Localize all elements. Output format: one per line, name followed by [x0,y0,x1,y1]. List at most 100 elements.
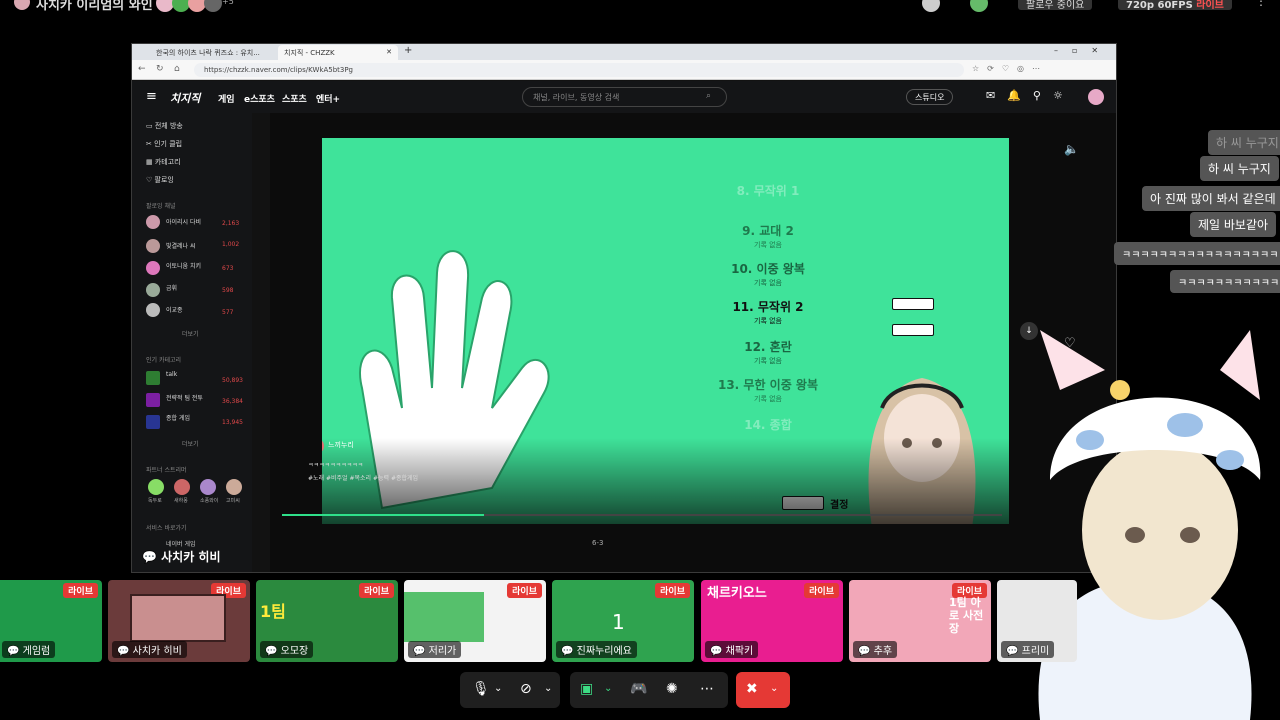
sidebar: ▭ 전체 방송 ✂ 인기 클립 ▦ 카테고리 ♡ 팔로잉 팔로잉 채널 아이리시… [132,113,252,572]
close-icon[interactable]: ✕ [386,48,392,56]
browser-toolbar-icons[interactable]: ☆⟳♡◎⋯ [972,64,1048,73]
stream-thumbnail[interactable]: 라이브 1 💬 진짜누리에요 [552,580,694,662]
service-title: 서비스 바로가기 [146,525,187,532]
sparkle-icon[interactable]: ✺ [666,681,678,697]
clip-streamer-name[interactable]: 느끼누리 [328,440,354,450]
stream-topbar: 사치카 이리엄의 와인 +5 팔로우 중이요 720p 60FPS 라이브 ⋮ [0,0,1280,14]
browser-tab[interactable]: 한국의 하이츠 나락 퀴즈쇼 : 유치... [150,45,270,60]
tv-icon: ▭ [146,122,153,130]
thumbnail-text: 1팀 [260,602,286,621]
stream-thumbnail[interactable]: 💬 프리미 [997,580,1077,662]
profile-avatar[interactable] [1088,89,1104,105]
stream-thumbnail[interactable]: 라이브 1팀 아로 사전장 💬 추후 [849,580,991,662]
partner-avatar[interactable] [148,479,164,495]
viewer-avatar-icon [204,0,222,12]
avatar[interactable] [146,215,160,229]
browser-tab-active[interactable]: 치지직 - CHZZK ✕ [278,45,398,60]
end-call-icon[interactable]: ✖ [746,681,758,697]
activity-controls[interactable]: ▣ ⌄ 🎮 ✺ ⋯ [570,672,728,708]
video-player[interactable]: 8. 무작위 1 9. 교대 2 기록 없음 10. 이중 왕복 기록 없음 1… [322,138,1009,524]
sidebar-item-category[interactable]: ▦ 카테고리 [146,157,181,167]
more-icon[interactable]: ⋮ [1255,0,1267,8]
home-icon[interactable]: ⌂ [174,64,180,74]
stream-thumbnail[interactable]: 라이브 1팀 💬 오모장 [256,580,398,662]
partner-avatar[interactable] [226,479,242,495]
hamburger-icon[interactable]: ≡ [146,89,157,104]
partner-avatar[interactable] [174,479,190,495]
category-thumb[interactable] [146,371,160,385]
studio-button[interactable]: 스튜디오 [906,89,954,105]
header-icons[interactable]: ✉🔔⚲☼ [986,89,1075,102]
avatar[interactable] [146,239,160,253]
volume-icon[interactable]: 🔈 [1064,142,1079,156]
channel-name[interactable]: 금휘 [166,283,177,292]
chevron-down-icon[interactable]: ⌄ [604,683,612,694]
avatar[interactable] [146,283,160,297]
refresh-icon[interactable]: ↻ [156,64,164,74]
following-title: 팔로잉 채널 [146,203,176,210]
tab-label: 한국의 하이츠 나락 퀴즈쇼 : 유치... [156,49,260,57]
chevron-down-icon[interactable]: ⌄ [494,683,502,694]
sidebar-item-live[interactable]: ▭ 전체 방송 [146,121,183,131]
stream-thumbnail[interactable]: 라이브 💬 게임럼 [0,580,102,662]
streamer-avatar-icon [14,0,30,10]
end-call-button[interactable]: ✖ ⌄ [736,672,790,708]
clip-hashtags[interactable]: #노래 #비주얼 #목소리 #능력 #종합게임 [308,473,418,482]
nav-game[interactable]: 게임 [218,92,235,105]
window-controls[interactable]: –▫✕ [1054,46,1112,55]
live-badge: 라이브 [63,583,98,598]
category-thumb[interactable] [146,415,160,429]
nav-esports[interactable]: e스포츠 [244,92,275,105]
mic-control[interactable]: 🎙 ⌄ ⊘ ⌄ [460,672,560,708]
chevron-down-icon[interactable]: ⌄ [544,683,552,694]
category-name[interactable]: 종합 게임 [166,413,190,422]
nav-enter[interactable]: 엔터+ [316,92,340,105]
more-button[interactable]: 더보기 [182,439,199,448]
chevron-down-icon[interactable]: ⌄ [770,683,778,694]
channel-name[interactable]: 빛결레나 씨 [166,241,196,250]
category-count: 50,893 [222,377,243,384]
chat-message: 아 진짜 많이 봐서 같은데 [1142,186,1280,211]
partner-name: 새하몽 [174,498,188,504]
thumbnail-label: 채팍키 [725,646,754,657]
category-name[interactable]: 전략적 팀 전투 [166,393,203,402]
screen-share-icon[interactable]: ▣ [580,681,593,697]
site-logo[interactable]: 치지직 [170,90,200,106]
gamepad-icon[interactable]: 🎮 [630,681,647,697]
more-button[interactable]: 더보기 [182,329,199,338]
url-input[interactable]: https://chzzk.naver.com/clips/KWkA5bt3Pg [194,63,964,77]
heart-icon: ♡ [146,176,153,184]
nav-sports[interactable]: 스포츠 [282,92,307,105]
avatar[interactable] [146,261,160,275]
channel-name[interactable]: 이교종 [166,305,183,314]
quality-badge[interactable]: 720p 60FPS 라이브 [1118,0,1232,11]
search-input[interactable]: 채널, 라이브, 동영상 검색 [522,87,727,107]
camera-off-icon[interactable]: ⊘ [520,681,532,697]
back-icon[interactable]: ← [138,64,146,74]
partner-avatar[interactable] [200,479,216,495]
channel-name[interactable]: 이토니움 치키 [166,261,201,270]
category-name[interactable]: talk [166,371,177,378]
sidebar-item-following[interactable]: ♡ 팔로잉 [146,175,174,185]
category-count: 36,384 [222,398,243,405]
thumbnail-name: 💬 저리가 [408,641,462,658]
category-thumb[interactable] [146,393,160,407]
channel-count: 673 [222,265,234,272]
progress-bar[interactable] [282,514,1002,516]
user-avatar-icon[interactable] [922,0,940,12]
follow-button[interactable]: 팔로우 중이요 [1018,0,1093,11]
search-icon[interactable]: ⌕ [706,91,711,101]
stream-thumbnail[interactable]: 라이브 💬 사치카 히비 [108,580,250,662]
more-icon[interactable]: ⋯ [700,681,714,697]
channel-name[interactable]: 아이리시 다비 [166,217,201,226]
thumbnail-label: 저리가 [428,646,457,657]
green-board [404,592,484,642]
user-avatar-icon[interactable] [970,0,988,12]
service-item[interactable]: 네이버 게임 [166,539,196,548]
stream-thumbnail[interactable]: 라이브 💬 저리가 [404,580,546,662]
mic-icon[interactable]: 🎙 [472,681,490,697]
sidebar-item-clips[interactable]: ✂ 인기 클립 [146,139,182,149]
avatar[interactable] [146,303,160,317]
new-tab-button[interactable]: + [404,45,412,56]
stream-thumbnail[interactable]: 라이브 채르키오느 💬 채팍키 [701,580,843,662]
